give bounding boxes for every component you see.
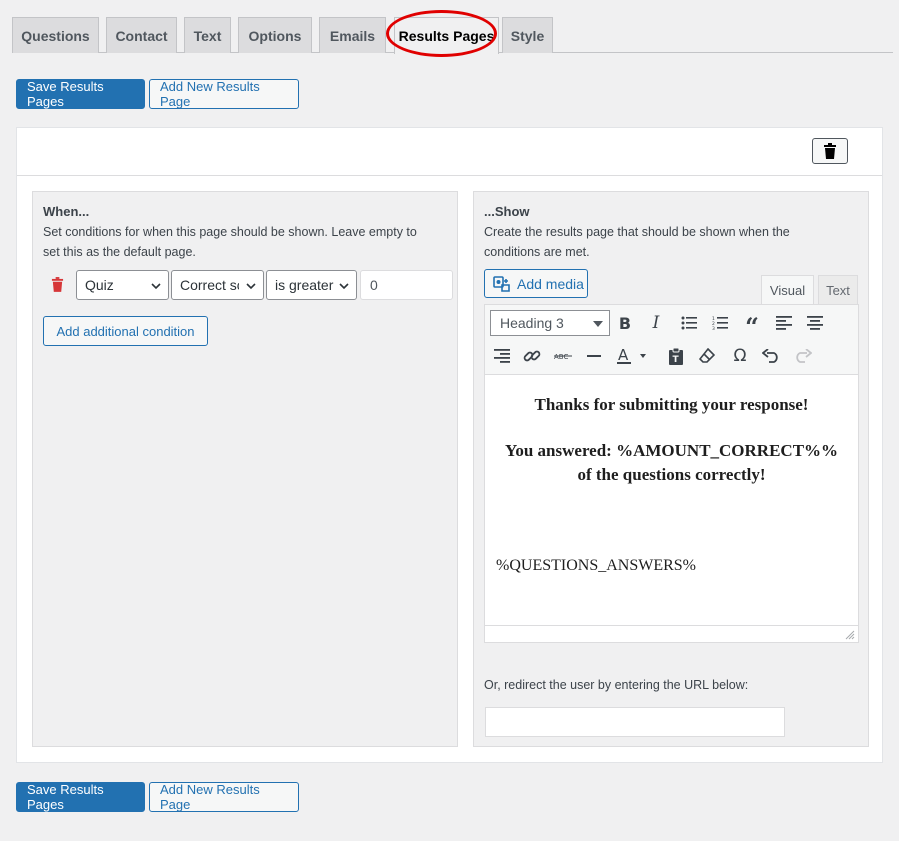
clear-formatting-icon[interactable] (694, 343, 720, 369)
editor-content[interactable]: Thanks for submitting your response! You… (484, 375, 859, 643)
undo-icon[interactable] (758, 343, 784, 369)
svg-text:ABC: ABC (554, 353, 568, 361)
text-color-icon[interactable]: A (614, 343, 654, 369)
show-desc-line: conditions are met. (484, 245, 590, 259)
trash-icon (824, 143, 836, 159)
when-desc-line: Set conditions for when this page should… (43, 225, 417, 239)
content-heading: of the questions correctly! (577, 465, 766, 484)
horizontal-rule-icon[interactable] (581, 343, 607, 369)
select-value: Correct score (180, 277, 239, 293)
save-results-pages-button[interactable]: Save Results Pages (16, 79, 145, 109)
special-character-icon[interactable]: Ω (727, 343, 753, 369)
chevron-down-icon (339, 283, 349, 290)
when-title: When... (43, 204, 90, 219)
delete-condition-button[interactable] (51, 277, 64, 295)
tab-visual[interactable]: Visual (761, 275, 814, 305)
when-desc-line: set this as the default page. (43, 245, 196, 259)
tab-questions[interactable]: Questions (12, 17, 99, 53)
resize-handle-icon[interactable] (845, 630, 855, 640)
results-page-panel: When... Set conditions for when this pag… (16, 127, 883, 763)
condition-metric-select[interactable]: Correct score (171, 270, 264, 300)
show-title: ...Show (484, 204, 530, 219)
caret-down-icon (593, 321, 603, 327)
align-right-icon[interactable] (489, 343, 515, 369)
bullet-list-icon[interactable] (676, 310, 702, 336)
show-column: ...Show Create the results page that sho… (473, 191, 869, 747)
panel-header (17, 128, 882, 176)
save-results-pages-button-bottom[interactable]: Save Results Pages (16, 782, 145, 812)
add-new-results-page-button-bottom[interactable]: Add New Results Page (149, 782, 299, 812)
format-value: Heading 3 (500, 315, 564, 331)
redo-icon[interactable] (790, 343, 816, 369)
tab-options[interactable]: Options (238, 17, 312, 53)
condition-category-select[interactable]: Quiz (76, 270, 169, 300)
link-icon[interactable] (519, 343, 545, 369)
strikethrough-icon[interactable]: ABC (550, 343, 576, 369)
tab-bar: Questions Contact Text Options Emails Re… (12, 17, 893, 54)
media-icon (493, 275, 510, 292)
tab-emails[interactable]: Emails (319, 17, 386, 53)
redirect-url-input[interactable] (485, 707, 785, 737)
tab-results-pages[interactable]: Results Pages (394, 17, 499, 54)
when-column: When... Set conditions for when this pag… (32, 191, 458, 747)
svg-text:T: T (673, 355, 680, 365)
add-media-button[interactable]: Add media (484, 269, 588, 298)
condition-value-input[interactable]: 0 (360, 270, 453, 300)
editor-toolbar: Heading 3 B I 123 “ ABC A T Ω (484, 304, 859, 375)
svg-text:A: A (618, 346, 629, 364)
format-select[interactable]: Heading 3 (490, 310, 610, 336)
svg-text:3: 3 (712, 326, 715, 330)
trash-icon (51, 277, 64, 292)
tab-contact[interactable]: Contact (106, 17, 177, 53)
show-description: Create the results page that should be s… (484, 222, 790, 262)
tab-text[interactable]: Text (184, 17, 231, 53)
content-heading: Thanks for submitting your response! (534, 395, 809, 414)
select-value: is greater (275, 277, 334, 293)
when-description: Set conditions for when this page should… (43, 222, 417, 262)
align-center-icon[interactable] (802, 310, 828, 336)
content-paragraph: %QUESTIONS_ANSWERS% (496, 557, 696, 574)
content-heading: You answered: %AMOUNT_CORRECT%% (504, 441, 839, 460)
numbered-list-icon[interactable]: 123 (707, 310, 733, 336)
chevron-down-icon (246, 283, 256, 290)
tab-text-editor[interactable]: Text (818, 275, 858, 304)
bold-icon[interactable]: B (612, 310, 638, 336)
align-left-icon[interactable] (771, 310, 797, 336)
add-new-results-page-button[interactable]: Add New Results Page (149, 79, 299, 109)
select-value: Quiz (85, 277, 114, 293)
delete-page-button[interactable] (812, 138, 848, 164)
italic-icon[interactable]: I (643, 310, 669, 336)
redirect-label: Or, redirect the user by entering the UR… (484, 678, 749, 692)
chevron-down-icon (151, 283, 161, 290)
add-media-label: Add media (517, 275, 584, 292)
editor-statusbar (485, 625, 858, 642)
add-condition-button[interactable]: Add additional condition (43, 316, 208, 346)
blockquote-icon[interactable]: “ (739, 310, 765, 339)
condition-operator-select[interactable]: is greater (266, 270, 357, 300)
paste-as-text-icon[interactable]: T (663, 343, 689, 369)
tab-style[interactable]: Style (502, 17, 553, 53)
show-desc-line: Create the results page that should be s… (484, 225, 790, 239)
